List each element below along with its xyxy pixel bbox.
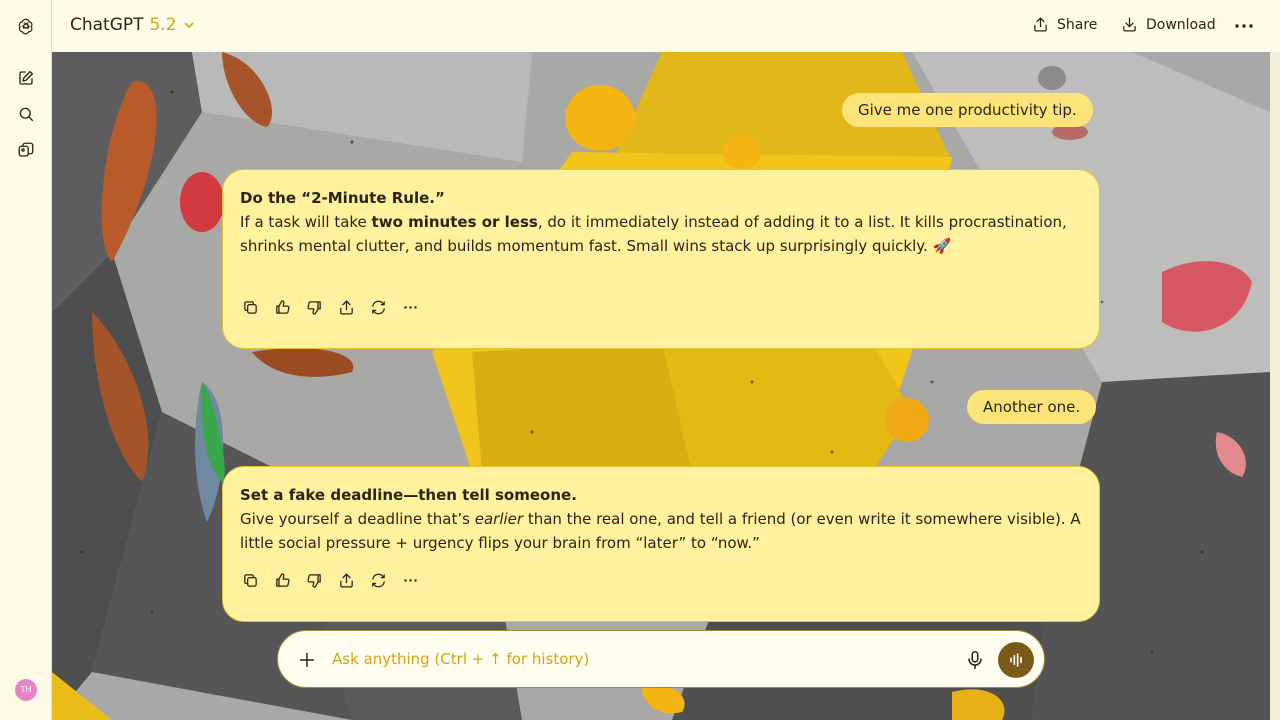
model-version: 5.2 xyxy=(149,15,177,35)
message-actions xyxy=(240,297,420,317)
share-icon xyxy=(1034,17,1047,32)
left-sidebar: TH xyxy=(0,0,52,720)
thumbs-down-icon xyxy=(306,300,321,315)
message-title: Do the “2-Minute Rule.” xyxy=(240,189,445,207)
assistant-message: Do the “2-Minute Rule.” If a task will t… xyxy=(222,169,1100,349)
add-attachment-button[interactable] xyxy=(296,649,318,671)
upload-icon xyxy=(339,299,353,315)
regenerate-button[interactable] xyxy=(368,297,388,317)
message-actions xyxy=(240,570,420,590)
voice-mode-button[interactable] xyxy=(998,642,1034,678)
chevron-down-icon xyxy=(184,22,193,29)
regenerate-button[interactable] xyxy=(368,570,388,590)
more-options-button[interactable] xyxy=(1232,14,1256,38)
message-text: If a task will take xyxy=(240,213,372,231)
model-selector[interactable]: ChatGPT 5.2 xyxy=(70,15,195,35)
scrollbar[interactable] xyxy=(1270,52,1280,720)
top-bar: ChatGPT 5.2 Share Download xyxy=(52,0,1280,52)
library-icon[interactable] xyxy=(14,138,38,162)
share-message-button[interactable] xyxy=(336,570,356,590)
message-body: If a task will take two minutes or less,… xyxy=(240,210,1082,258)
copy-button[interactable] xyxy=(240,297,260,317)
thumbs-up-button[interactable] xyxy=(272,297,292,317)
more-icon xyxy=(403,305,417,309)
mic-icon xyxy=(968,650,982,670)
copy-icon xyxy=(243,573,257,587)
thumbs-up-button[interactable] xyxy=(272,570,292,590)
message-body: Give yourself a deadline that’s earlier … xyxy=(240,507,1082,555)
app-name: ChatGPT xyxy=(70,15,144,35)
message-title: Set a fake deadline—then tell someone. xyxy=(240,486,577,504)
download-icon xyxy=(1123,17,1136,32)
upload-icon xyxy=(339,572,353,588)
thumbs-up-icon xyxy=(275,572,290,587)
user-message: Another one. xyxy=(967,390,1097,424)
voice-mode-icon xyxy=(1010,653,1022,667)
openai-logo-icon[interactable] xyxy=(14,14,38,38)
copy-button[interactable] xyxy=(240,570,260,590)
share-message-button[interactable] xyxy=(336,297,356,317)
thumbs-down-icon xyxy=(306,573,321,588)
thumbs-down-button[interactable] xyxy=(304,570,324,590)
plus-icon xyxy=(299,652,315,668)
dictate-button[interactable] xyxy=(964,649,986,671)
download-button[interactable]: Download xyxy=(1121,16,1216,33)
regenerate-icon xyxy=(371,573,385,587)
more-actions-button[interactable] xyxy=(400,570,420,590)
share-button[interactable]: Share xyxy=(1032,16,1097,33)
regenerate-icon xyxy=(371,300,385,314)
search-icon[interactable] xyxy=(14,102,38,126)
message-text: Give yourself a deadline that’s xyxy=(240,510,475,528)
download-label: Download xyxy=(1146,16,1216,33)
user-message: Give me one productivity tip. xyxy=(842,93,1093,127)
message-composer xyxy=(277,630,1045,688)
message-bold-text: two minutes or less xyxy=(371,213,538,231)
message-italic-text: earlier xyxy=(474,510,524,528)
thumbs-up-icon xyxy=(275,299,290,314)
new-chat-icon[interactable] xyxy=(14,66,38,90)
more-actions-button[interactable] xyxy=(400,297,420,317)
avatar[interactable]: TH xyxy=(15,679,37,701)
more-icon xyxy=(403,578,417,582)
more-icon xyxy=(1235,24,1253,28)
message-input[interactable] xyxy=(330,645,930,673)
copy-icon xyxy=(243,300,257,314)
assistant-message: Set a fake deadline—then tell someone. G… xyxy=(222,466,1100,622)
share-label: Share xyxy=(1057,16,1098,33)
thumbs-down-button[interactable] xyxy=(304,297,324,317)
